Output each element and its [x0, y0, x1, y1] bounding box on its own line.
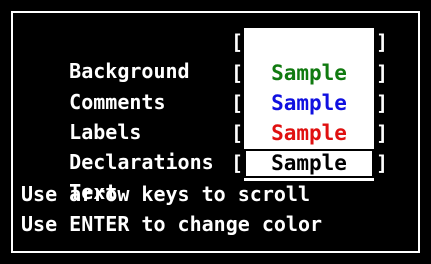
close-bracket: ]	[376, 151, 389, 175]
close-bracket: ]	[376, 121, 389, 145]
sample-comments[interactable]: Sample	[244, 59, 374, 88]
close-bracket: ]	[376, 91, 389, 115]
close-bracket: ]	[376, 61, 389, 85]
hint-change-color: Use ENTER to change color	[21, 212, 323, 236]
open-bracket: [	[231, 91, 244, 115]
sample-declarations[interactable]: Sample	[244, 119, 374, 148]
open-bracket: [	[231, 121, 244, 145]
close-bracket: ]	[376, 30, 389, 54]
open-bracket: [	[231, 151, 244, 175]
hint-scroll: Use arrow keys to scroll	[21, 182, 310, 206]
sample-text[interactable]: Sample	[244, 149, 374, 178]
open-bracket: [	[231, 30, 244, 54]
open-bracket: [	[231, 61, 244, 85]
color-settings-dialog: Background [ ] Comments [ Sample ] Label…	[0, 0, 431, 264]
sample-labels[interactable]: Sample	[244, 89, 374, 118]
